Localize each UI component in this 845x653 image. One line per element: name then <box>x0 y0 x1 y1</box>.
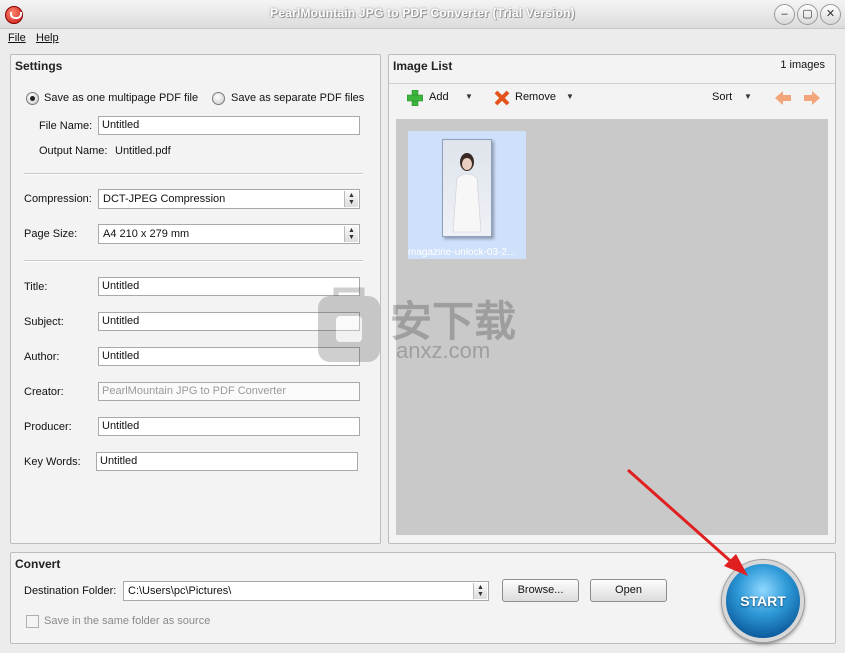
compression-value: DCT-JPEG Compression <box>103 193 226 205</box>
creator-field: PearlMountain JPG to PDF Converter <box>98 382 360 401</box>
radio-multipage[interactable] <box>26 92 39 105</box>
watermark-subtext: anxz.com <box>396 338 491 363</box>
output-name-label: Output Name: <box>39 145 108 157</box>
spin-arrows-icon: ▲ ▼ <box>344 191 358 207</box>
watermark: 安下载 anxz.com <box>314 286 554 366</box>
shield-lock-icon <box>318 287 380 362</box>
maximize-button[interactable]: ▢ <box>797 4 818 25</box>
menu-bar: File Help <box>0 29 845 49</box>
window-title: PearlMountain JPG to PDF Converter (Tria… <box>270 6 575 20</box>
keywords-label: Key Words: <box>24 456 81 468</box>
compression-label: Compression: <box>24 193 92 205</box>
compression-select[interactable]: DCT-JPEG Compression ▲ ▼ <box>98 189 360 209</box>
title-bar: PearlMountain JPG to PDF Converter (Tria… <box>0 0 845 29</box>
creator-label: Creator: <box>24 386 64 398</box>
subject-label: Subject: <box>24 316 64 328</box>
move-left-icon[interactable] <box>775 91 791 105</box>
image-count: 1 images <box>780 59 825 71</box>
annotation-arrow-icon <box>627 468 748 576</box>
convert-title: Convert <box>15 557 61 571</box>
title-label: Title: <box>24 281 48 293</box>
author-label: Author: <box>24 351 60 363</box>
divider <box>24 260 363 262</box>
spin-arrows-icon: ▲ ▼ <box>473 583 487 599</box>
remove-icon[interactable] <box>494 90 510 106</box>
producer-field[interactable]: Untitled <box>98 417 360 436</box>
radio-multipage-label: Save as one multipage PDF file <box>44 92 199 104</box>
spin-arrows-icon: ▲ ▼ <box>344 226 358 242</box>
menu-file[interactable]: File <box>8 32 26 44</box>
remove-dropdown-icon[interactable]: ▼ <box>566 92 574 101</box>
settings-title: Settings <box>15 59 63 73</box>
remove-button[interactable]: Remove <box>515 91 556 103</box>
same-folder-label: Save in the same folder as source <box>44 615 211 627</box>
open-button[interactable]: Open <box>590 579 667 602</box>
thumbnail-label: magazine-unlock-03-2... <box>408 247 516 258</box>
destination-select[interactable]: C:\Users\pc\Pictures\ ▲ ▼ <box>123 581 489 601</box>
sort-dropdown-icon[interactable]: ▼ <box>744 92 752 101</box>
page-size-label: Page Size: <box>24 228 78 240</box>
close-button[interactable]: ✕ <box>820 4 841 25</box>
minimize-button[interactable]: – <box>774 4 795 25</box>
divider <box>24 173 363 175</box>
sort-button[interactable]: Sort <box>712 91 732 103</box>
file-name-field[interactable]: Untitled <box>98 116 360 135</box>
add-icon[interactable] <box>407 90 423 106</box>
producer-label: Producer: <box>24 421 72 433</box>
image-list-title: Image List <box>393 59 453 73</box>
destination-value: C:\Users\pc\Pictures\ <box>128 585 232 597</box>
file-name-label: File Name: <box>39 120 93 132</box>
portrait-image-icon <box>452 153 482 233</box>
destination-label: Destination Folder: <box>24 585 117 597</box>
move-right-icon[interactable] <box>804 91 820 105</box>
add-button[interactable]: Add <box>429 91 449 103</box>
radio-separate-label: Save as separate PDF files <box>231 92 365 104</box>
page-size-value: A4 210 x 279 mm <box>103 228 190 240</box>
menu-help[interactable]: Help <box>36 32 59 44</box>
output-name-value: Untitled.pdf <box>115 145 171 157</box>
thumbnail-photo <box>442 139 492 237</box>
same-folder-checkbox[interactable] <box>26 615 39 628</box>
browse-button[interactable]: Browse... <box>502 579 579 602</box>
radio-separate[interactable] <box>212 92 225 105</box>
image-toolbar: Add ▼ Remove ▼ Sort ▼ <box>389 84 833 112</box>
add-dropdown-icon[interactable]: ▼ <box>465 92 473 101</box>
page-size-select[interactable]: A4 210 x 279 mm ▲ ▼ <box>98 224 360 244</box>
keywords-field[interactable]: Untitled <box>96 452 358 471</box>
